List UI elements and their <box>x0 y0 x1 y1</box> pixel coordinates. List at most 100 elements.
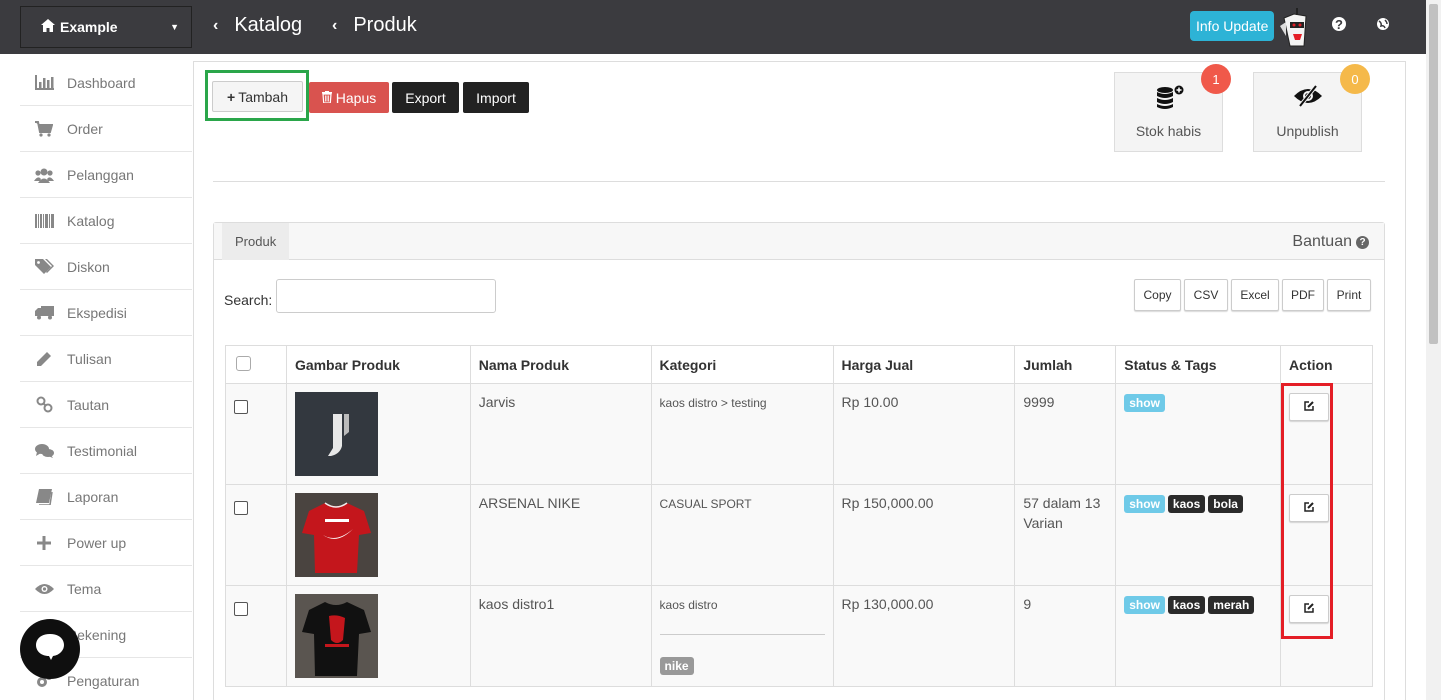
product-name[interactable]: ARSENAL NIKE <box>469 484 652 586</box>
page-scrollbar[interactable] <box>1426 0 1441 700</box>
tambah-button[interactable]: + Tambah <box>212 81 303 112</box>
sidebar-item-laporan[interactable]: Laporan <box>20 474 192 520</box>
product-tags: show kaos bola <box>1115 484 1282 586</box>
link-icon <box>34 396 54 413</box>
store-selector[interactable]: Example ▼ <box>20 6 192 48</box>
help-icon[interactable]: ? <box>1332 17 1346 32</box>
status-badge: show <box>1124 596 1165 614</box>
unpublish-badge: 0 <box>1340 64 1370 94</box>
sidebar-item-ekspedisi[interactable]: Ekspedisi <box>20 290 192 336</box>
top-bar: Example ▼ ‹ Katalog ‹ Produk Info Update… <box>0 0 1426 54</box>
header-jumlah[interactable]: Jumlah <box>1014 345 1117 384</box>
sidebar: Dashboard Order Pelanggan Katalog Diskon… <box>20 60 192 700</box>
table-row-partial <box>225 686 1373 700</box>
tag-badge: kaos <box>1167 495 1206 513</box>
product-tags: show kaos merah <box>1115 585 1282 687</box>
cart-icon <box>34 120 54 137</box>
divider <box>213 181 1385 182</box>
product-jumlah: 57 dalam 13 Varian <box>1014 484 1117 586</box>
row-checkbox[interactable] <box>234 602 248 616</box>
sidebar-item-testimonial[interactable]: Testimonial <box>20 428 192 474</box>
header-status[interactable]: Status & Tags <box>1115 345 1282 384</box>
product-harga: Rp 130,000.00 <box>832 585 1016 687</box>
database-plus-icon <box>1154 85 1184 114</box>
caret-down-icon: ▼ <box>170 22 179 32</box>
users-icon <box>34 167 54 183</box>
table-row: ARSENAL NIKE CASUAL SPORT Rp 150,000.00 … <box>225 484 1373 586</box>
sidebar-item-order[interactable]: Order <box>20 106 192 152</box>
product-kategori: kaos distro > testing <box>650 383 834 485</box>
print-button[interactable]: Print <box>1327 279 1371 311</box>
product-name[interactable]: kaos distro1 <box>469 585 652 687</box>
sidebar-item-power-up[interactable]: Power up <box>20 520 192 566</box>
product-kategori: kaos distro nike <box>650 585 834 687</box>
table-header-row: Gambar Produk Nama Produk Kategori Harga… <box>225 345 1373 384</box>
product-name[interactable]: Jarvis <box>469 383 652 485</box>
row-checkbox[interactable] <box>234 501 248 515</box>
product-image[interactable] <box>294 493 462 577</box>
stok-habis-badge: 1 <box>1201 64 1231 94</box>
copy-button[interactable]: Copy <box>1134 279 1181 311</box>
barcode-icon <box>34 213 54 229</box>
row-checkbox[interactable] <box>234 400 248 414</box>
product-tags: show <box>1115 383 1282 485</box>
chevron-left-icon: ‹ <box>213 16 219 34</box>
produk-table: Gambar Produk Nama Produk Kategori Harga… <box>225 345 1373 687</box>
plus-icon: + <box>227 88 236 105</box>
select-all-cell <box>225 345 287 384</box>
header-gambar[interactable]: Gambar Produk <box>285 345 471 384</box>
sidebar-item-tautan[interactable]: Tautan <box>20 382 192 428</box>
header-action: Action <box>1280 345 1373 384</box>
plus-icon <box>34 535 54 551</box>
product-jumlah: 9 <box>1014 585 1117 687</box>
product-jumlah: 9999 <box>1014 383 1117 485</box>
header-kategori[interactable]: Kategori <box>650 345 834 384</box>
select-all-checkbox[interactable] <box>236 355 251 371</box>
kategori-divider <box>659 634 825 635</box>
breadcrumb-produk[interactable]: ‹ Produk <box>332 14 417 37</box>
store-name: Example <box>60 19 118 35</box>
chevron-left-icon: ‹ <box>332 16 338 34</box>
stok-habis-card[interactable]: Stok habis 1 <box>1114 64 1231 152</box>
sidebar-item-dashboard[interactable]: Dashboard <box>20 60 192 106</box>
chat-widget-button[interactable] <box>20 619 80 679</box>
import-button[interactable]: Import <box>463 82 529 113</box>
export-button[interactable]: Export <box>392 82 459 113</box>
table-row: kaos distro1 kaos distro nike Rp 130,000… <box>225 585 1373 687</box>
excel-button[interactable]: Excel <box>1231 279 1279 311</box>
kategori-tag: nike <box>659 657 694 675</box>
hapus-button[interactable]: Hapus <box>309 82 389 113</box>
tag-badge: kaos <box>1167 596 1206 614</box>
product-image[interactable] <box>294 594 462 678</box>
csv-button[interactable]: CSV <box>1184 279 1228 311</box>
globe-icon[interactable] <box>1376 17 1390 31</box>
sidebar-item-katalog[interactable]: Katalog <box>20 198 192 244</box>
sidebar-item-pelanggan[interactable]: Pelanggan <box>20 152 192 198</box>
tab-produk[interactable]: Produk <box>222 223 290 260</box>
info-update-button[interactable]: Info Update <box>1190 11 1275 41</box>
highlight-action-column <box>1281 383 1333 639</box>
panel-header: Produk Bantuan ? <box>214 223 1384 260</box>
tag-badge: merah <box>1208 596 1255 614</box>
pdf-button[interactable]: PDF <box>1282 279 1324 311</box>
home-icon <box>41 19 55 35</box>
mascot-logo <box>1276 6 1316 48</box>
question-icon: ? <box>1356 235 1369 249</box>
product-harga: Rp 150,000.00 <box>832 484 1016 586</box>
eye-slash-icon <box>1293 84 1323 110</box>
pencil-icon <box>34 351 54 367</box>
bantuan-link[interactable]: Bantuan ? <box>1292 233 1369 251</box>
status-badge: show <box>1124 495 1165 513</box>
breadcrumb-katalog[interactable]: ‹ Katalog <box>213 14 302 37</box>
bar-chart-icon <box>34 75 54 91</box>
product-image[interactable] <box>294 392 462 476</box>
header-harga[interactable]: Harga Jual <box>832 345 1016 384</box>
search-label: Search: <box>224 292 273 308</box>
product-kategori: CASUAL SPORT <box>650 484 834 586</box>
sidebar-item-tema[interactable]: Tema <box>20 566 192 612</box>
sidebar-item-tulisan[interactable]: Tulisan <box>20 336 192 382</box>
unpublish-card[interactable]: Unpublish 0 <box>1253 64 1370 152</box>
search-input[interactable] <box>276 279 496 313</box>
header-nama[interactable]: Nama Produk <box>469 345 652 384</box>
sidebar-item-diskon[interactable]: Diskon <box>20 244 192 290</box>
